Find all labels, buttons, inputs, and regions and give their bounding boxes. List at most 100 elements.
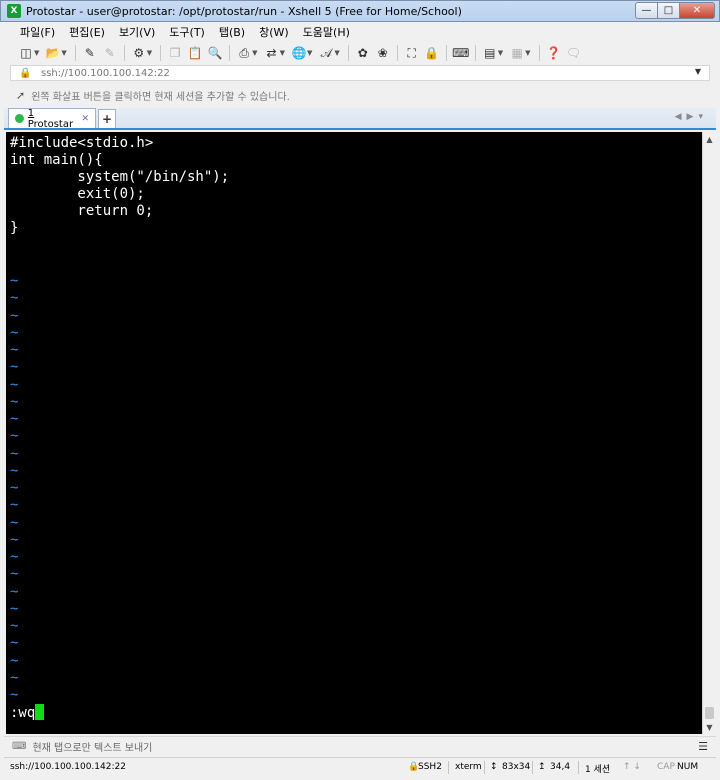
empty-line-tilde: ~ bbox=[10, 583, 19, 600]
add-session-icon[interactable]: ➚ bbox=[16, 89, 25, 102]
menu-file[interactable]: 파일(F) bbox=[4, 24, 62, 40]
minimize-button[interactable]: — bbox=[635, 2, 657, 19]
empty-line-tilde: ~ bbox=[10, 393, 19, 410]
disconnect-icon[interactable]: ✎ bbox=[102, 45, 118, 61]
send-to-current-tab-label: 현재 탭으로만 텍스트 보내기 bbox=[32, 743, 153, 754]
address-input[interactable]: ssh://100.100.100.142:22 bbox=[41, 68, 170, 79]
address-bar[interactable]: 🔒 ssh://100.100.100.142:22 ▼ bbox=[10, 65, 710, 81]
empty-line-tilde: ~ bbox=[10, 445, 19, 462]
new-session-icon[interactable]: ◫ bbox=[18, 45, 34, 61]
tab-scroll-arrows[interactable]: ◀▶▾ bbox=[675, 112, 708, 122]
toolbar-divider bbox=[74, 45, 76, 61]
toolbar-divider bbox=[160, 45, 162, 61]
empty-line-tilde: ~ bbox=[10, 359, 19, 376]
scroll-up-icon[interactable]: ▲ bbox=[703, 133, 716, 146]
close-button[interactable]: ✕ bbox=[679, 2, 715, 19]
empty-line-tilde: ~ bbox=[10, 462, 19, 479]
new-tab-button[interactable]: + bbox=[98, 109, 116, 128]
command-text: :wq bbox=[10, 705, 36, 721]
code-line: int main(){ bbox=[10, 152, 103, 168]
status-divider bbox=[448, 761, 449, 774]
session-hint-text: 왼쪽 화살표 버튼을 클릭하면 현재 세션을 추가할 수 있습니다. bbox=[31, 91, 290, 103]
toolbar-divider bbox=[445, 45, 447, 61]
window-title: Protostar - user@protostar: /opt/protost… bbox=[26, 4, 462, 18]
reconnect-icon[interactable]: ✎ bbox=[82, 45, 98, 61]
terminal-scrollbar[interactable]: ▲ ▼ bbox=[702, 132, 716, 734]
code-line: } bbox=[10, 220, 19, 236]
empty-line-tilde: ~ bbox=[10, 549, 19, 565]
empty-line-tilde: ~ bbox=[10, 566, 19, 583]
terminal-cursor bbox=[35, 704, 45, 720]
status-num: NUM bbox=[677, 762, 699, 772]
globe-icon[interactable]: 🌐 bbox=[291, 45, 307, 61]
menu-icon[interactable]: ☰ bbox=[698, 740, 708, 753]
font-icon[interactable]: 𝒜 bbox=[318, 45, 334, 61]
compose-bar[interactable]: ⌨ 현재 탭으로만 텍스트 보내기 ☰ bbox=[4, 736, 716, 756]
print-icon[interactable]: ⎙ bbox=[236, 45, 252, 61]
layout-icon[interactable]: ▦ bbox=[509, 45, 525, 61]
command-line: :wq bbox=[10, 704, 45, 721]
xmanager-icon[interactable]: ❀ bbox=[375, 45, 391, 61]
cursor-icon: ↥ bbox=[538, 762, 546, 772]
menu-tools[interactable]: 도구(T) bbox=[162, 24, 212, 40]
fullscreen-icon[interactable]: ⛶ bbox=[404, 45, 420, 61]
toolbar: ◫ ▼ 📂 ▼ ✎ ✎ ⚙ ▼ ❐ 📋 🔍 ⎙ ▼ ⇄ ▼ 🌐 ▼ 𝒜 ▼ ✿ ❀ ⛶ 🔒 ⌨… bbox=[4, 42, 716, 64]
paste-icon[interactable]: 📋 bbox=[187, 45, 203, 61]
chevron-down-icon[interactable]: ▼ bbox=[525, 49, 530, 57]
empty-line-tilde: ~ bbox=[10, 428, 19, 445]
chevron-down-icon[interactable]: ▼ bbox=[147, 49, 152, 57]
chevron-down-icon[interactable]: ▼ bbox=[307, 49, 312, 57]
close-icon: ✕ bbox=[692, 5, 702, 16]
keyboard-icon[interactable]: ⌨ bbox=[452, 45, 469, 61]
code-line: return 0; bbox=[10, 203, 154, 219]
chevron-down-icon[interactable]: ▼ bbox=[498, 49, 503, 57]
menu-tab[interactable]: 탭(B) bbox=[212, 24, 252, 40]
code-line: exit(0); bbox=[10, 186, 145, 202]
xshell-icon: X bbox=[7, 4, 21, 18]
properties-icon[interactable]: ⚙ bbox=[131, 45, 147, 61]
menu-view[interactable]: 보기(V) bbox=[112, 24, 162, 40]
status-sessions: 1 세션 bbox=[585, 765, 611, 775]
empty-line-tilde: ~ bbox=[10, 531, 19, 548]
tab-label: 1 Protostar bbox=[28, 108, 82, 130]
empty-line-tilde: ~ bbox=[10, 497, 19, 514]
xftp-icon[interactable]: ✿ bbox=[355, 45, 371, 61]
transfer-icon[interactable]: ⇄ bbox=[264, 45, 280, 61]
chevron-down-icon[interactable]: ▼ bbox=[280, 49, 285, 57]
chat-icon[interactable]: 🗨 bbox=[566, 45, 582, 61]
compose-icon[interactable]: ▤ bbox=[482, 45, 498, 61]
status-bar: ssh://100.100.100.142:22 🔒 SSH2 xterm ↕ … bbox=[4, 757, 716, 776]
empty-line-tilde: ~ bbox=[10, 618, 19, 634]
status-caps: CAP bbox=[657, 762, 675, 772]
menu-edit[interactable]: 편집(E) bbox=[62, 24, 112, 40]
empty-line-tilde: ~ bbox=[10, 307, 19, 324]
open-icon[interactable]: 📂 bbox=[45, 45, 61, 61]
status-terminal-type: xterm bbox=[455, 762, 482, 772]
terminal-screen[interactable]: #include<stdio.h> int main(){ system("/b… bbox=[6, 132, 702, 734]
menu-help[interactable]: 도움말(H) bbox=[296, 24, 357, 40]
chevron-down-icon[interactable]: ▼ bbox=[252, 49, 257, 57]
close-tab-icon[interactable]: ✕ bbox=[81, 114, 89, 124]
code-line: system("/bin/sh"); bbox=[10, 169, 230, 185]
maximize-button[interactable]: □ bbox=[657, 2, 679, 19]
menu-window[interactable]: 창(W) bbox=[252, 24, 296, 40]
help-icon[interactable]: ❓ bbox=[546, 45, 562, 61]
find-icon[interactable]: 🔍 bbox=[207, 45, 223, 61]
minimize-icon: — bbox=[641, 5, 652, 16]
empty-line-tilde: ~ bbox=[10, 411, 19, 427]
empty-line-tilde: ~ bbox=[10, 635, 19, 652]
chevron-down-icon[interactable]: ▼ bbox=[695, 67, 701, 76]
copy-icon[interactable]: ❐ bbox=[167, 45, 183, 61]
tab-name: Protostar bbox=[27, 118, 74, 130]
scrollbar-thumb[interactable] bbox=[705, 707, 714, 719]
lock-icon[interactable]: 🔒 bbox=[424, 45, 440, 61]
status-size: 83x34 bbox=[502, 762, 531, 772]
chevron-down-icon[interactable]: ▼ bbox=[34, 49, 39, 57]
chevron-down-icon[interactable]: ▼ bbox=[334, 49, 339, 57]
size-icon: ↕ bbox=[490, 762, 498, 772]
chevron-down-icon[interactable]: ▼ bbox=[61, 49, 66, 57]
tab-protostar[interactable]: 1 Protostar ✕ bbox=[8, 108, 96, 130]
scroll-down-icon[interactable]: ▼ bbox=[703, 721, 716, 734]
code-line: #include<stdio.h> bbox=[10, 135, 154, 151]
title-bar[interactable]: X Protostar - user@protostar: /opt/proto… bbox=[0, 0, 720, 22]
